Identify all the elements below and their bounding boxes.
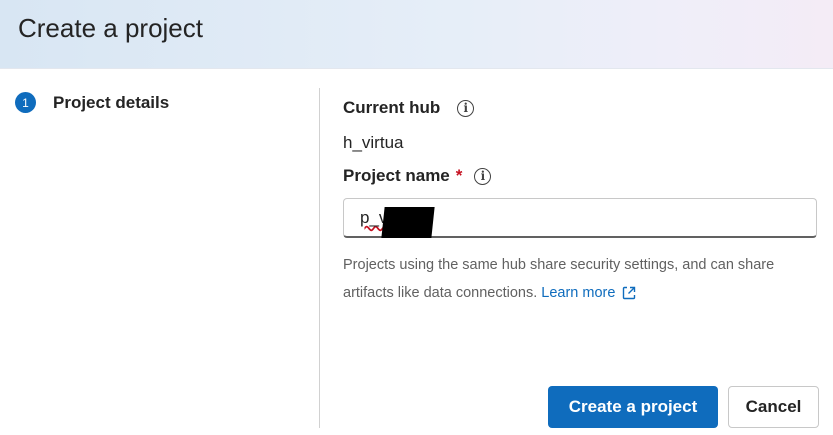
current-hub-label: Current hub i: [343, 98, 475, 118]
redaction-box: [381, 207, 435, 238]
cancel-button[interactable]: Cancel: [728, 386, 819, 428]
create-project-button[interactable]: Create a project: [548, 386, 718, 428]
learn-more-link[interactable]: Learn more: [541, 285, 637, 301]
help-text: Projects using the same hub share securi…: [343, 251, 813, 307]
info-icon[interactable]: i: [474, 167, 492, 185]
learn-more-label: Learn more: [541, 285, 616, 301]
dialog-header: Create a project: [0, 0, 833, 69]
project-name-label-text: Project name: [343, 166, 450, 185]
external-link-icon: [623, 286, 636, 300]
step-number-badge: 1: [15, 92, 36, 113]
vertical-divider: [319, 88, 320, 428]
dialog-title: Create a project: [18, 13, 203, 43]
current-hub-label-text: Current hub: [343, 98, 441, 117]
current-hub-value: h_virtua: [343, 133, 404, 152]
info-icon[interactable]: i: [457, 99, 475, 117]
step-label: Project details: [53, 92, 170, 112]
step-project-details[interactable]: 1 Project details: [15, 92, 169, 113]
required-indicator: *: [455, 166, 463, 185]
project-name-label: Project name * i: [343, 166, 492, 186]
